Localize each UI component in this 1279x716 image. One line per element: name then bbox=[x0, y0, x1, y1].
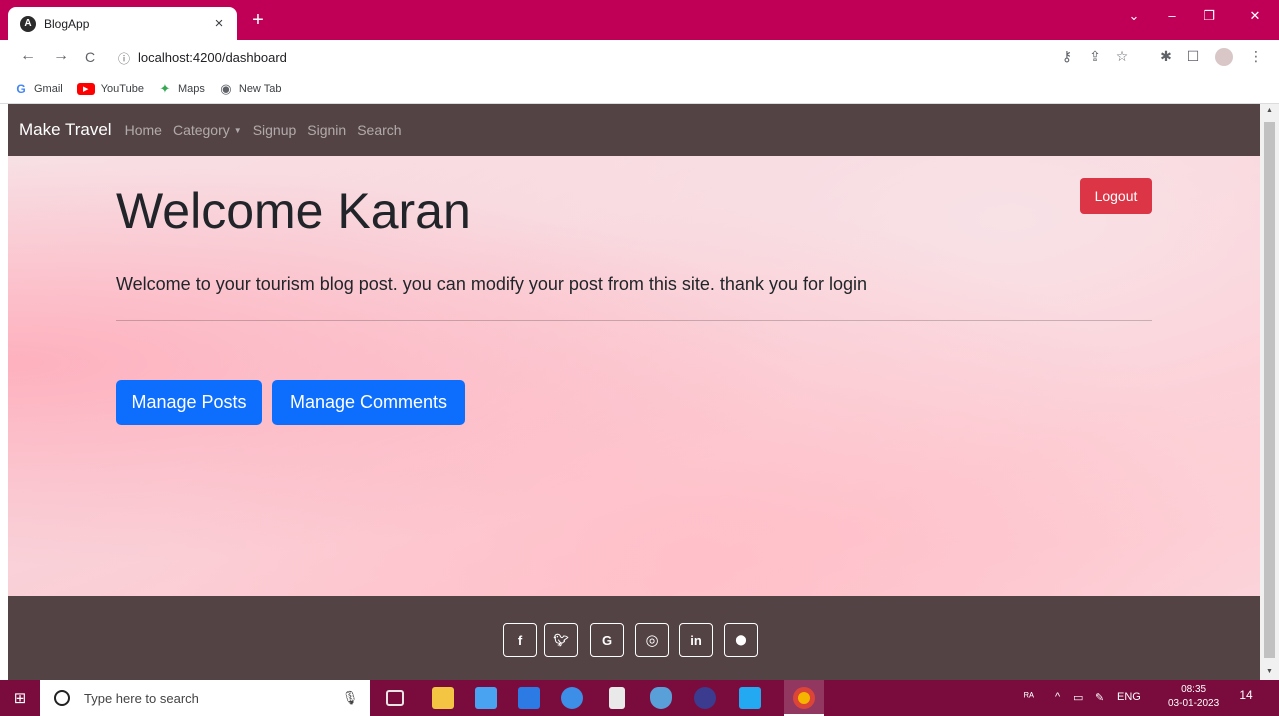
bookmark-label: Gmail bbox=[34, 82, 63, 95]
edge-icon[interactable] bbox=[561, 687, 583, 709]
instagram-icon[interactable]: ◎ bbox=[635, 623, 669, 657]
bookmark-label: Maps bbox=[177, 82, 205, 95]
nav-link-signin[interactable]: Signin bbox=[307, 122, 346, 138]
taskbar-search-box[interactable]: Type here to search 🎙︎ bbox=[40, 680, 370, 716]
close-tab-icon[interactable]: × bbox=[211, 15, 227, 32]
linkedin-icon[interactable]: in bbox=[679, 623, 713, 657]
clock-time: 08:35 bbox=[1181, 684, 1207, 695]
bookmark-label: YouTube bbox=[100, 82, 144, 95]
new-tab-button[interactable]: + bbox=[246, 9, 270, 33]
file-explorer-icon[interactable] bbox=[432, 687, 454, 709]
chevron-up-icon[interactable]: ^ bbox=[1055, 691, 1060, 703]
nav-link-search[interactable]: Search bbox=[357, 122, 401, 138]
store-icon[interactable] bbox=[475, 687, 497, 709]
google-icon[interactable]: G bbox=[590, 623, 624, 657]
manage-posts-button[interactable]: Manage Posts bbox=[116, 380, 262, 425]
google-icon: G bbox=[16, 81, 26, 96]
twitter-icon[interactable]: 🐦︎ bbox=[544, 623, 578, 657]
notifications-icon[interactable]: 14 bbox=[1236, 688, 1256, 708]
clock-date: 03-01-2023 bbox=[1168, 698, 1220, 709]
vscode-icon[interactable] bbox=[739, 687, 761, 709]
notification-count: 14 bbox=[1239, 688, 1253, 702]
key-icon[interactable]: ⚷ bbox=[1058, 48, 1076, 65]
nav-link-category[interactable]: Category ▼ bbox=[173, 122, 242, 138]
logout-button[interactable]: Logout bbox=[1080, 178, 1152, 214]
forward-icon[interactable]: → bbox=[51, 47, 71, 65]
nav-link-category-label: Category bbox=[172, 122, 230, 138]
close-window-button[interactable]: ✕ bbox=[1245, 8, 1265, 24]
page-content: Make Travel Home Category ▼ Signup Signi… bbox=[8, 104, 1260, 680]
brand-link[interactable]: Make Travel bbox=[19, 120, 112, 140]
back-icon[interactable]: ← bbox=[18, 47, 38, 65]
java-icon[interactable] bbox=[650, 687, 672, 709]
maps-icon: ✦ bbox=[159, 80, 171, 96]
page-title: Welcome Karan bbox=[116, 183, 471, 239]
address-bar: ← → C ⓘ localhost:4200/dashboard ⚷ ⇪ ☆ ✱… bbox=[0, 40, 1279, 74]
notepad-icon[interactable] bbox=[609, 687, 625, 709]
profile-icon[interactable] bbox=[1215, 48, 1233, 66]
extensions-icon[interactable]: ✱ bbox=[1157, 48, 1175, 65]
sidepanel-icon[interactable]: ☐ bbox=[1184, 48, 1202, 65]
angular-icon: A bbox=[20, 15, 36, 32]
menu-icon[interactable]: ⋮ bbox=[1247, 48, 1265, 65]
share-icon[interactable]: ⇪ bbox=[1086, 48, 1104, 65]
divider bbox=[116, 320, 1152, 321]
scroll-up-icon[interactable]: ▲ bbox=[1264, 107, 1275, 114]
bookmark-label: New Tab bbox=[238, 82, 282, 95]
pen-icon[interactable]: ✎ bbox=[1095, 691, 1104, 704]
nav-link-home[interactable]: Home bbox=[125, 122, 162, 138]
windows-taskbar: ⊞ Type here to search 🎙︎ ᴿᴬ ^ ▭ ✎ ENG 08… bbox=[0, 680, 1279, 716]
site-footer: f 🐦︎ G ◎ in ⬤ bbox=[8, 596, 1260, 680]
microphone-icon[interactable]: 🎙︎ bbox=[338, 690, 362, 706]
battery-icon[interactable]: ▭ bbox=[1073, 691, 1083, 704]
task-view-icon[interactable] bbox=[386, 690, 404, 706]
chrome-icon[interactable] bbox=[793, 687, 815, 709]
bookmark-gmail[interactable]: G Gmail bbox=[14, 81, 63, 96]
facebook-icon[interactable]: f bbox=[503, 623, 537, 657]
bookmark-maps[interactable]: ✦ Maps bbox=[158, 80, 205, 96]
language-indicator[interactable]: ENG bbox=[1117, 691, 1141, 703]
tab-search-icon[interactable]: ⌄ bbox=[1124, 8, 1144, 24]
mail-icon[interactable] bbox=[518, 687, 540, 709]
youtube-icon: ▶ bbox=[76, 82, 95, 95]
taskbar-search-placeholder: Type here to search bbox=[84, 690, 199, 706]
globe-icon: ◉ bbox=[220, 80, 232, 96]
site-info-icon[interactable]: ⓘ bbox=[118, 50, 130, 67]
reload-icon[interactable]: C bbox=[80, 49, 100, 65]
maximize-button[interactable]: ❐ bbox=[1199, 8, 1219, 24]
nav-link-signup[interactable]: Signup bbox=[253, 122, 297, 138]
bookmarks-bar: G Gmail ▶ YouTube ✦ Maps ◉ New Tab bbox=[0, 74, 1279, 104]
cortana-icon bbox=[54, 690, 70, 706]
site-navbar: Make Travel Home Category ▼ Signup Signi… bbox=[8, 104, 1260, 156]
scroll-down-icon[interactable]: ▼ bbox=[1264, 668, 1275, 675]
manage-comments-button[interactable]: Manage Comments bbox=[272, 380, 465, 425]
tab-title: BlogApp bbox=[44, 16, 90, 31]
windows-start-icon[interactable]: ⊞ bbox=[0, 680, 40, 716]
bookmark-youtube[interactable]: ▶ YouTube bbox=[76, 82, 144, 95]
page-scrollbar[interactable]: ▲ ▼ bbox=[1260, 104, 1279, 680]
eclipse-icon[interactable] bbox=[694, 687, 716, 709]
star-icon[interactable]: ☆ bbox=[1113, 48, 1131, 65]
browser-tab[interactable]: A BlogApp × bbox=[8, 7, 237, 40]
caret-down-icon: ▼ bbox=[233, 125, 242, 135]
bookmark-new-tab[interactable]: ◉ New Tab bbox=[219, 80, 282, 96]
taskbar-clock[interactable]: 08:35 03-01-2023 bbox=[1168, 683, 1219, 711]
minimize-button[interactable]: – bbox=[1162, 8, 1182, 23]
browser-tab-bar: A BlogApp × + ⌄ – ❐ ✕ bbox=[0, 0, 1279, 40]
scroll-thumb[interactable] bbox=[1264, 122, 1275, 658]
people-icon[interactable]: ᴿᴬ bbox=[1024, 691, 1034, 703]
url-input[interactable]: localhost:4200/dashboard bbox=[138, 50, 287, 65]
github-icon[interactable]: ⬤ bbox=[724, 623, 758, 657]
welcome-text: Welcome to your tourism blog post. you c… bbox=[116, 274, 868, 294]
